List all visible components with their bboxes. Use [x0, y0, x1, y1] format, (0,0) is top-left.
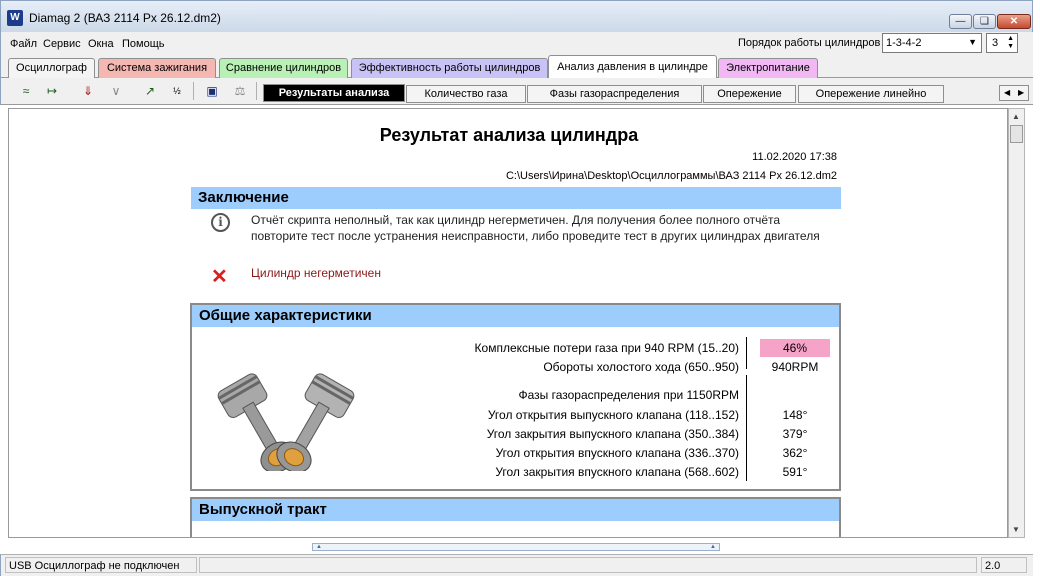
general-characteristics-box: Общие характеристики Комплексные потери …: [190, 303, 841, 491]
menu-service[interactable]: Сервис: [43, 38, 81, 50]
piston-image: [217, 373, 355, 471]
cylinder-number-value: 3: [992, 37, 999, 49]
window-title: Diamag 2 (ВАЗ 2114 Px 26.12.dm2): [29, 11, 221, 25]
wave-icon[interactable]: ≈: [15, 81, 37, 101]
vertical-scrollbar[interactable]: ▲ ▼: [1008, 108, 1025, 538]
auto-icon[interactable]: ⇓: [77, 81, 99, 101]
param-intake-close-label: Угол закрытия впускного клапана (568..60…: [495, 465, 739, 479]
conclusion-header: Заключение: [191, 187, 841, 209]
subtab-advance[interactable]: Опережение: [703, 85, 796, 103]
param-exhaust-open-value: 148°: [782, 408, 808, 422]
app-icon: W: [7, 10, 23, 26]
param-exhaust-close-label: Угол закрытия выпускного клапана (350..3…: [486, 427, 739, 441]
chart-line-icon[interactable]: ↗: [139, 81, 161, 101]
param-exhaust-open-label: Угол открытия выпускного клапана (118..1…: [487, 408, 739, 422]
close-button[interactable]: ✕: [997, 14, 1031, 29]
subtab-valve-timing[interactable]: Фазы газораспределения: [527, 85, 702, 103]
param-valve-timing-label: Фазы газораспределения при 1150RPM: [518, 388, 739, 402]
param-idle-rpm-value: 940RPM: [771, 360, 819, 374]
subtab-scroll[interactable]: ◀ ▶: [999, 85, 1029, 101]
maximize-button[interactable]: ❏: [973, 14, 996, 29]
arrow-right-icon[interactable]: ▶: [1018, 86, 1024, 100]
cylinder-order-label: Порядок работы цилиндров: [738, 37, 881, 49]
device-status: USB Осциллограф не подключен: [5, 557, 197, 573]
splitter-handle[interactable]: ▲ ▲: [312, 543, 720, 551]
minimize-button[interactable]: —: [949, 14, 972, 29]
splitter-up-icon[interactable]: ▲: [316, 544, 322, 550]
param-intake-open-label: Угол открытия впускного клапана (336..37…: [495, 446, 739, 460]
tab-cylinder-compare[interactable]: Сравнение цилиндров: [219, 58, 348, 78]
signal-icon[interactable]: ∨: [105, 81, 127, 101]
cylinder-order-select[interactable]: 1-3-4-2 ▼: [882, 33, 982, 53]
arrow-left-icon[interactable]: ◀: [1004, 86, 1010, 100]
param-intake-open-value: 362°: [782, 446, 808, 460]
splitter-down-icon[interactable]: ▲: [710, 544, 716, 550]
cylinder-number-stepper[interactable]: 3 ▲ ▼: [986, 33, 1018, 53]
scroll-down-icon[interactable]: ▼: [1012, 525, 1020, 534]
scales-icon[interactable]: ⚖: [229, 81, 251, 101]
info-icon: i: [211, 213, 230, 232]
chevron-down-icon: ▼: [968, 37, 977, 47]
tab-cylinder-efficiency[interactable]: Эффективность работы цилиндров: [351, 58, 548, 78]
error-x-icon: ✕: [211, 266, 228, 288]
tab-power-supply[interactable]: Электропитание: [718, 58, 818, 78]
column-divider: [746, 337, 747, 369]
subtab-results[interactable]: Результаты анализа: [263, 84, 405, 102]
exhaust-tract-box: Выпускной тракт: [190, 497, 841, 537]
menu-file[interactable]: Файл: [10, 38, 37, 50]
tab-ignition[interactable]: Система зажигания: [98, 58, 216, 78]
status-panel: [199, 557, 977, 573]
column-divider: [746, 375, 747, 481]
subtab-advance-linear[interactable]: Опережение линейно: [798, 85, 944, 103]
report-date: 11.02.2020 17:38: [752, 151, 837, 163]
general-header: Общие характеристики: [192, 305, 839, 327]
report-panel: Результат анализа цилиндра 11.02.2020 17…: [8, 108, 1008, 538]
toolbar: ≈ ↦ ⇓ ∨ ↗ ½ ▣ ⚖ Результаты анализа Колич…: [0, 78, 1033, 105]
tab-pressure-analysis[interactable]: Анализ давления в цилиндре: [548, 55, 717, 79]
numbering-icon[interactable]: ↦: [41, 81, 63, 101]
report-title: Результат анализа цилиндра: [379, 125, 639, 145]
param-gas-loss-value: 46%: [760, 339, 830, 357]
menu-bar: Файл Сервис Окна Помощь Порядок работы ц…: [0, 32, 1033, 54]
error-message: Цилиндр негерметичен: [251, 266, 381, 280]
cylinder-order-value: 1-3-4-2: [886, 37, 922, 49]
tab-oscilloscope[interactable]: Осциллограф: [8, 58, 95, 78]
scroll-thumb[interactable]: [1010, 125, 1023, 143]
param-intake-close-value: 591°: [782, 465, 808, 479]
toolbar-separator: [256, 82, 257, 100]
fraction-icon[interactable]: ½: [166, 81, 188, 101]
save-icon[interactable]: ▣: [201, 81, 223, 101]
exhaust-header: Выпускной тракт: [192, 499, 839, 521]
scroll-up-icon[interactable]: ▲: [1012, 112, 1020, 121]
toolbar-separator: [193, 82, 194, 100]
param-idle-rpm-label: Обороты холостого хода (650..950): [543, 360, 739, 374]
title-bar: W Diamag 2 (ВАЗ 2114 Px 26.12.dm2) — ❏ ✕: [0, 0, 1033, 32]
version-status: 2.0: [981, 557, 1027, 573]
spin-arrows-icon[interactable]: ▲ ▼: [1007, 35, 1014, 51]
report-file-path: C:\Users\Ирина\Desktop\Осциллограммы\ВАЗ…: [505, 170, 837, 182]
main-tabs: Осциллограф Система зажигания Сравнение …: [0, 54, 1033, 79]
menu-windows[interactable]: Окна: [88, 38, 114, 50]
subtab-gas-amount[interactable]: Количество газа: [406, 85, 526, 103]
param-gas-loss-label: Комплексные потери газа при 940 RPM (15.…: [474, 341, 739, 355]
param-exhaust-close-value: 379°: [782, 427, 808, 441]
status-bar: USB Осциллограф не подключен 2.0: [0, 554, 1033, 576]
info-message: Отчёт скрипта неполный, так как цилиндр …: [251, 213, 820, 243]
menu-help[interactable]: Помощь: [122, 38, 165, 50]
